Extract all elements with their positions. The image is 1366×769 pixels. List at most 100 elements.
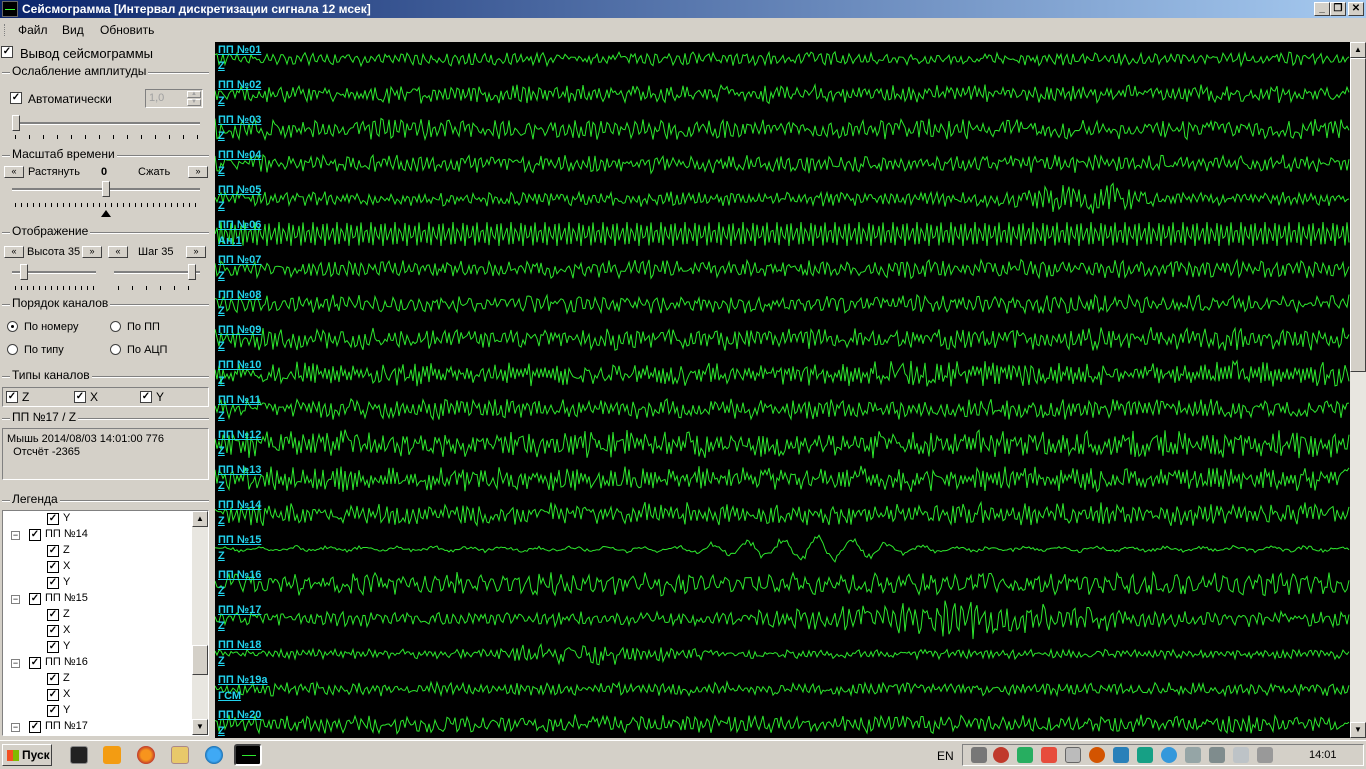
legend-row[interactable]: ✓ Z bbox=[3, 543, 189, 559]
height-slider-thumb[interactable] bbox=[19, 264, 28, 280]
type-z-checkbox[interactable]: ✓ bbox=[6, 391, 18, 403]
start-label: Пуск bbox=[22, 748, 50, 762]
start-button[interactable]: Пуск bbox=[2, 744, 52, 766]
legend-row[interactable]: ✓ X bbox=[3, 623, 189, 639]
order-by-pp-radio[interactable] bbox=[110, 321, 121, 332]
tray-check-icon[interactable] bbox=[1137, 747, 1153, 763]
type-x-checkbox[interactable]: ✓ bbox=[74, 391, 86, 403]
legend-checkbox[interactable]: ✓ bbox=[47, 577, 59, 589]
cat-app-icon[interactable] bbox=[70, 746, 88, 764]
scroll-down-icon[interactable]: ▼ bbox=[192, 719, 208, 735]
tray-stop-icon[interactable] bbox=[1089, 747, 1105, 763]
trace-line bbox=[215, 600, 1350, 640]
collapse-icon[interactable]: − bbox=[11, 659, 20, 668]
tray-monitor-icon[interactable] bbox=[1209, 747, 1225, 763]
tray-shield-icon[interactable] bbox=[1017, 747, 1033, 763]
collapse-icon[interactable]: − bbox=[11, 595, 20, 604]
tray-volume-icon[interactable] bbox=[1257, 747, 1273, 763]
height-left-button[interactable]: « bbox=[4, 246, 24, 258]
amplitude-spinbox[interactable]: 1,0 ▲ ▼ bbox=[145, 89, 203, 108]
order-by-adc-label: По АЦП bbox=[127, 344, 168, 356]
scroll-up-icon[interactable]: ▲ bbox=[192, 511, 208, 527]
amplitude-slider-track[interactable] bbox=[12, 122, 200, 125]
media-player-icon[interactable] bbox=[103, 746, 121, 764]
legend-checkbox[interactable]: ✓ bbox=[47, 545, 59, 557]
plot-scrollbar[interactable]: ▲ ▼ bbox=[1350, 42, 1366, 738]
legend-row[interactable]: − ✓ ПП №16 bbox=[3, 655, 189, 671]
spin-down-icon[interactable]: ▼ bbox=[187, 99, 201, 106]
tray-printer-icon[interactable] bbox=[971, 747, 987, 763]
legend-checkbox[interactable]: ✓ bbox=[47, 705, 59, 717]
auto-amplitude-checkbox[interactable]: ✓ bbox=[10, 92, 22, 104]
legend-label: X bbox=[63, 560, 71, 572]
legend-row[interactable]: − ✓ ПП №17 bbox=[3, 719, 189, 735]
language-indicator[interactable]: EN bbox=[937, 749, 954, 763]
tray-globe-icon[interactable] bbox=[1161, 747, 1177, 763]
tray-network-icon[interactable] bbox=[1113, 747, 1129, 763]
tray-flag-icon[interactable] bbox=[1233, 747, 1249, 763]
legend-checkbox[interactable]: ✓ bbox=[47, 609, 59, 621]
minimize-button[interactable]: _ bbox=[1314, 2, 1330, 16]
time-scale-slider-thumb[interactable] bbox=[102, 181, 110, 197]
time-scale-right-button[interactable]: » bbox=[188, 166, 208, 178]
legend-row[interactable]: ✓ Z bbox=[3, 607, 189, 623]
legend-checkbox[interactable]: ✓ bbox=[47, 673, 59, 685]
channel-component-label: Z bbox=[218, 655, 225, 667]
order-by-adc-radio[interactable] bbox=[110, 344, 121, 355]
legend-row[interactable]: ✓ X bbox=[3, 687, 189, 703]
plot-scroll-down-icon[interactable]: ▼ bbox=[1350, 722, 1366, 738]
menu-file[interactable]: Файл bbox=[18, 23, 48, 37]
legend-row[interactable]: ✓ Y bbox=[3, 639, 189, 655]
order-by-number-radio[interactable] bbox=[7, 321, 18, 332]
tray-s-icon[interactable] bbox=[993, 747, 1009, 763]
legend-checkbox[interactable]: ✓ bbox=[29, 593, 41, 605]
collapse-icon[interactable]: − bbox=[11, 723, 20, 732]
step-right-button[interactable]: » bbox=[186, 246, 206, 258]
height-right-button[interactable]: » bbox=[82, 246, 102, 258]
legend-checkbox[interactable]: ✓ bbox=[47, 625, 59, 637]
collapse-icon[interactable]: − bbox=[11, 531, 20, 540]
time-scale-value: 0 bbox=[101, 166, 108, 178]
folder-icon[interactable] bbox=[171, 746, 189, 764]
legend-row[interactable]: ✓ Y bbox=[3, 575, 189, 591]
show-seismogram-checkbox[interactable]: ✓ bbox=[1, 46, 13, 58]
legend-checkbox[interactable]: ✓ bbox=[47, 689, 59, 701]
legend-row[interactable]: − ✓ ПП №14 bbox=[3, 527, 189, 543]
trace-line bbox=[215, 397, 1350, 421]
step-left-button[interactable]: « bbox=[108, 246, 128, 258]
tray-pdf-icon[interactable] bbox=[1041, 747, 1057, 763]
legend-row[interactable]: ✓ Y bbox=[3, 703, 189, 719]
step-slider-thumb[interactable] bbox=[188, 264, 197, 280]
plot-scroll-thumb[interactable] bbox=[1350, 58, 1366, 372]
seismogram-task-button[interactable] bbox=[234, 744, 262, 766]
legend-row[interactable]: ✓ Z bbox=[3, 671, 189, 687]
legend-row[interactable]: − ✓ ПП №15 bbox=[3, 591, 189, 607]
legend-checkbox[interactable]: ✓ bbox=[29, 721, 41, 733]
tray-device-icon[interactable] bbox=[1185, 747, 1201, 763]
spin-up-icon[interactable]: ▲ bbox=[187, 91, 201, 98]
tray-windows-icon[interactable] bbox=[1065, 747, 1081, 763]
maximize-button[interactable]: ❐ bbox=[1330, 2, 1346, 16]
time-scale-left-button[interactable]: « bbox=[4, 166, 24, 178]
menu-view[interactable]: Вид bbox=[62, 23, 84, 37]
menu-refresh[interactable]: Обновить bbox=[100, 23, 154, 37]
legend-row[interactable]: ✓ X bbox=[3, 559, 189, 575]
close-button[interactable]: ✕ bbox=[1348, 2, 1364, 16]
legend-scrollbar[interactable]: ▲ ▼ bbox=[192, 511, 208, 735]
plot-scroll-up-icon[interactable]: ▲ bbox=[1350, 42, 1366, 58]
legend-checkbox[interactable]: ✓ bbox=[47, 513, 59, 525]
seismogram-plot[interactable]: ПП №01 Z ПП №02 Z ПП №03 Z ПП №04 Z ПП №05 Z ПП №0… bbox=[215, 42, 1350, 738]
legend-scroll-thumb[interactable] bbox=[192, 645, 208, 675]
legend-checkbox[interactable]: ✓ bbox=[29, 657, 41, 669]
internet-explorer-icon[interactable] bbox=[205, 746, 223, 764]
step-slider-track[interactable] bbox=[114, 271, 200, 274]
type-y-checkbox[interactable]: ✓ bbox=[140, 391, 152, 403]
legend-tree[interactable]: ✓ Y − ✓ ПП №14 ✓ Z ✓ X ✓ Y − ✓ ПП №15 ✓ Z ✓ X ✓ Y − ✓ ПП №16 ✓ Z… bbox=[2, 510, 209, 736]
amplitude-slider-thumb[interactable] bbox=[12, 115, 20, 131]
legend-checkbox[interactable]: ✓ bbox=[29, 529, 41, 541]
order-by-type-radio[interactable] bbox=[7, 344, 18, 355]
legend-checkbox[interactable]: ✓ bbox=[47, 641, 59, 653]
firefox-icon[interactable] bbox=[137, 746, 155, 764]
legend-checkbox[interactable]: ✓ bbox=[47, 561, 59, 573]
legend-row[interactable]: ✓ Y bbox=[3, 511, 189, 527]
